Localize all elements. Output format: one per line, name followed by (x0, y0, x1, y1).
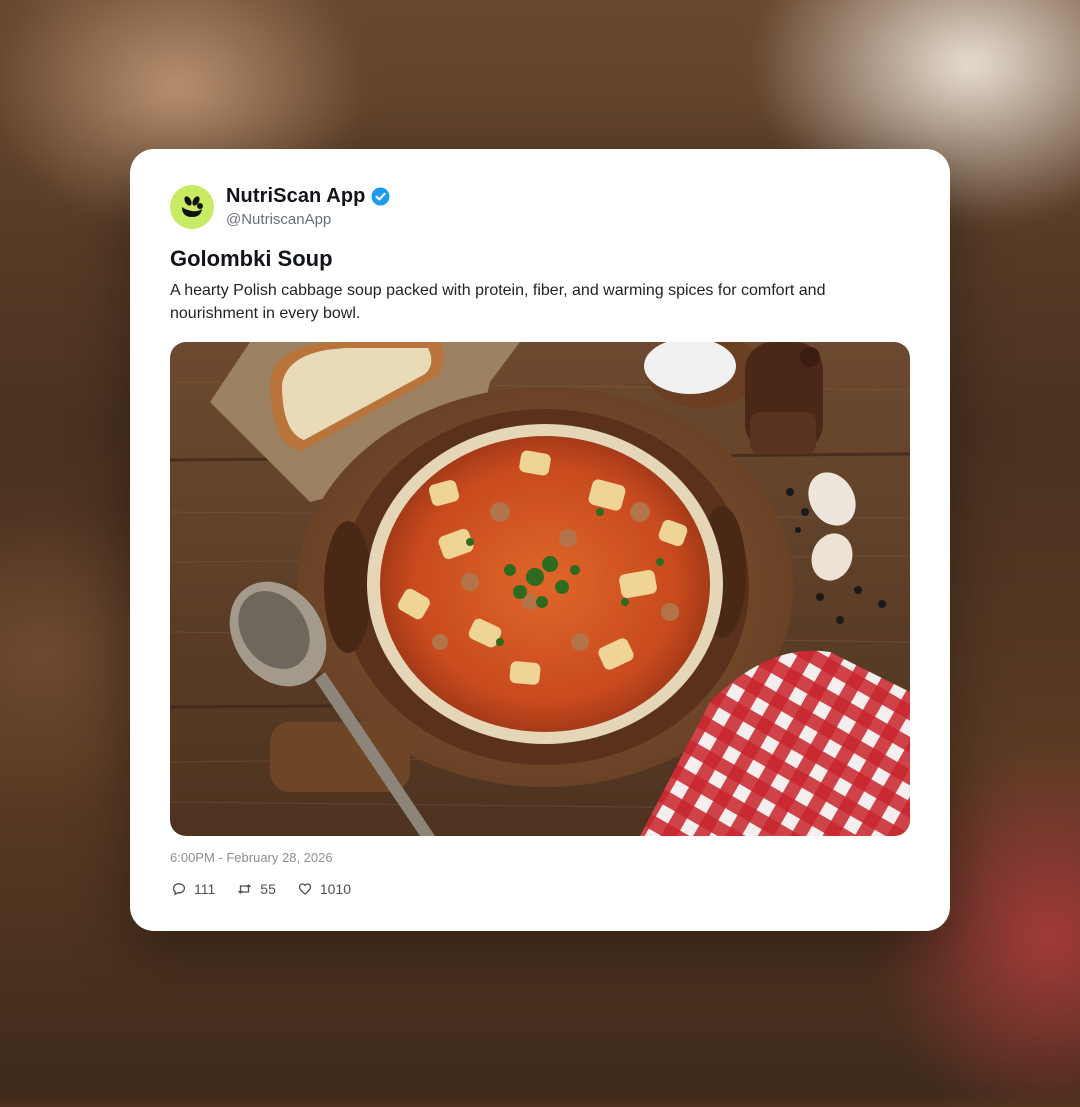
post-title: Golombki Soup (170, 246, 333, 271)
photo-illustration (170, 342, 910, 836)
post-body: A hearty Polish cabbage soup packed with… (170, 282, 826, 322)
golombki-soup-photo[interactable] (170, 342, 910, 836)
reply-icon (172, 883, 186, 896)
reply-button[interactable]: 111 (172, 881, 215, 897)
author-name-row: NutriScan App (226, 185, 390, 208)
post-actions: 111 55 1010 (172, 881, 373, 897)
heart-icon (298, 883, 312, 895)
author-handle[interactable]: @NutriscanApp (226, 211, 331, 228)
repost-count: 55 (260, 881, 276, 897)
avatar[interactable] (170, 185, 214, 229)
like-count: 1010 (319, 881, 352, 897)
reply-count: 111 (194, 881, 216, 897)
verified-badge-icon (371, 187, 390, 206)
repost-icon (238, 884, 252, 894)
author-display-name[interactable]: NutriScan App (226, 185, 365, 208)
post-timestamp[interactable]: 6:00PM - February 28, 2026 (170, 850, 333, 865)
repost-button[interactable]: 55 (237, 881, 276, 897)
like-button[interactable]: 1010 (298, 881, 351, 897)
nutriscan-logo-icon (182, 196, 203, 217)
post-card: NutriScan App @NutriscanApp Golombki Sou… (130, 149, 950, 931)
